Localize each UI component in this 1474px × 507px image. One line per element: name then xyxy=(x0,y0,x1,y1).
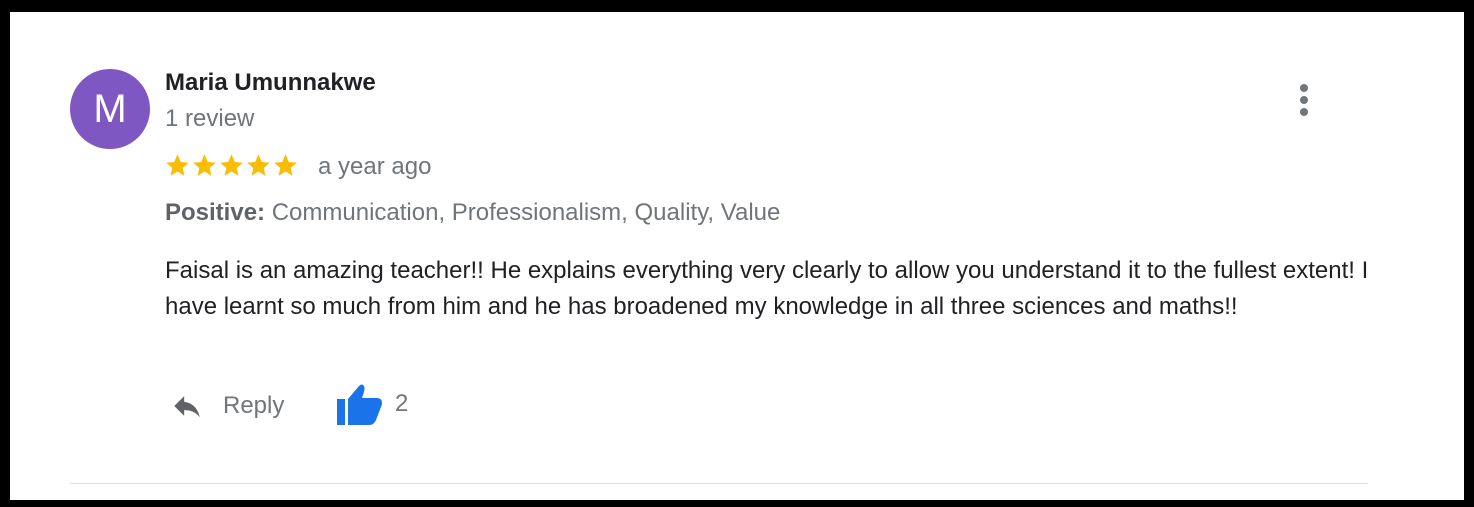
like-button[interactable]: 2 xyxy=(337,382,408,426)
thumbs-up-icon xyxy=(337,383,383,425)
review-count[interactable]: 1 review xyxy=(165,105,254,133)
positive-label: Positive: xyxy=(165,199,266,226)
like-count: 2 xyxy=(395,390,409,417)
review-card: M Maria Umunnakwe 1 review a year ago Po… xyxy=(10,12,1464,500)
avatar[interactable]: M xyxy=(70,69,150,149)
reply-button[interactable]: Reply xyxy=(167,388,284,424)
author-name[interactable]: Maria Umunnakwe xyxy=(165,69,376,97)
star-rating xyxy=(164,149,299,181)
star-icon xyxy=(272,152,299,179)
star-icon xyxy=(191,152,218,179)
positive-attributes: Positive: Communication, Professionalism… xyxy=(165,199,780,227)
star-icon xyxy=(245,152,272,179)
review-text: Faisal is an amazing teacher!! He explai… xyxy=(165,257,1369,320)
more-options-button[interactable] xyxy=(1290,82,1318,118)
star-icon xyxy=(218,152,245,179)
reply-label: Reply xyxy=(223,392,285,419)
review-time: a year ago xyxy=(318,153,432,180)
positive-values: Communication, Professionalism, Quality,… xyxy=(271,199,781,226)
star-icon xyxy=(164,152,191,179)
reply-icon xyxy=(167,389,207,423)
divider xyxy=(70,483,1368,484)
